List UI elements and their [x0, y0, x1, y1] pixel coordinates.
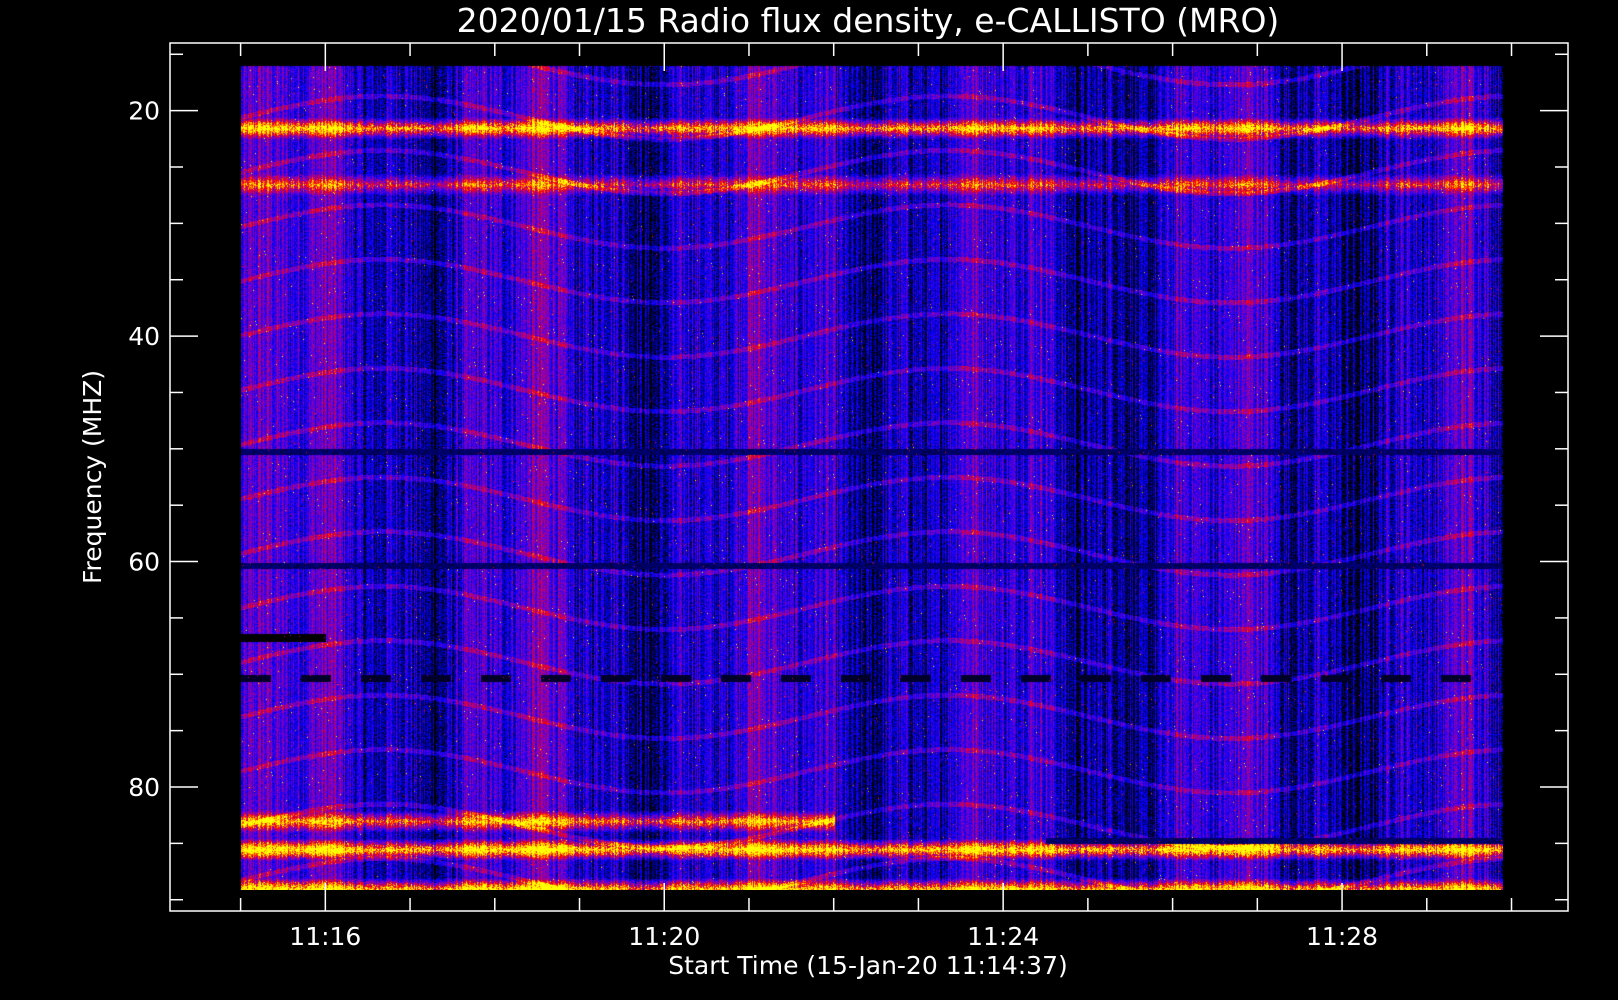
- x-axis-label: Start Time (15-Jan-20 11:14:37): [668, 951, 1067, 980]
- y-tick-label: 60: [128, 548, 160, 577]
- x-tick-label: 11:16: [289, 922, 361, 951]
- y-tick-label: 20: [128, 97, 160, 126]
- heatmap-area: [235, 64, 1503, 890]
- y-tick-label: 80: [128, 773, 160, 802]
- x-tick-label: 11:20: [628, 922, 700, 951]
- x-tick-label: 11:28: [1306, 922, 1378, 951]
- spectrogram-heatmap: [235, 64, 1503, 890]
- spectrogram-figure: 2020/01/15 Radio flux density, e-CALLIST…: [0, 0, 1618, 1000]
- chart-title: 2020/01/15 Radio flux density, e-CALLIST…: [457, 1, 1280, 40]
- y-axis-label: Frequency (MHZ): [78, 370, 107, 584]
- y-tick-label: 40: [128, 322, 160, 351]
- x-tick-label: 11:24: [967, 922, 1039, 951]
